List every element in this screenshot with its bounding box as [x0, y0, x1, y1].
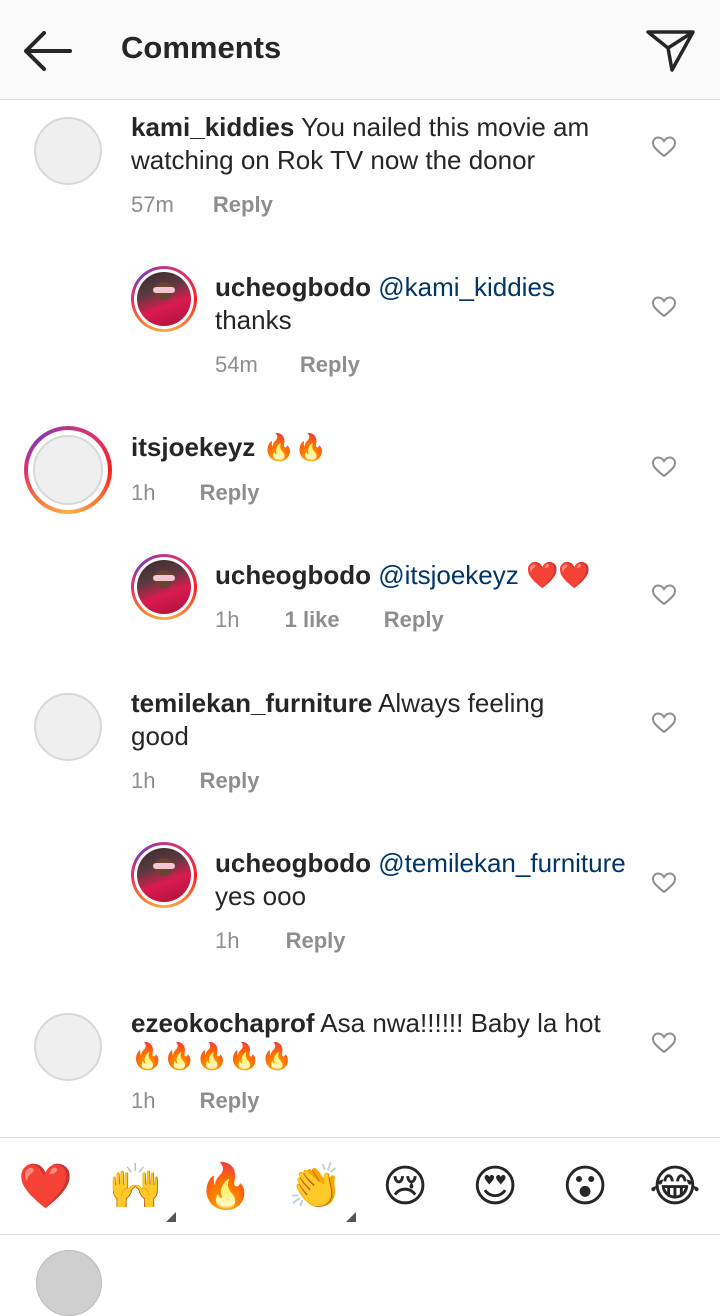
comment-time: 1h — [131, 480, 156, 505]
comment-body: ucheogbodo @itsjoekeyz ❤️❤️ — [215, 559, 635, 592]
emoji-clapping-hands[interactable]: 👏 — [288, 1160, 356, 1222]
comment-time: 1h — [131, 768, 156, 793]
comment-body: temilekan_furniture Always feeling good — [131, 687, 601, 753]
emoji-tears-of-joy[interactable]: 😂 — [648, 1160, 702, 1214]
comment-mention[interactable]: @itsjoekeyz — [378, 560, 519, 590]
current-user-avatar — [36, 1250, 102, 1316]
emoji-crying-face[interactable]: 😢 — [378, 1160, 432, 1214]
comment-meta: 54m Reply — [215, 352, 360, 378]
skin-tone-indicator — [166, 1212, 176, 1222]
comment-body: itsjoekeyz 🔥🔥 — [131, 431, 626, 464]
comment-meta: 1h Reply — [131, 768, 260, 794]
emoji-fire[interactable]: 🔥 — [198, 1160, 253, 1214]
story-ring-avatar[interactable] — [24, 426, 112, 514]
comment-body: kami_kiddies You nailed this movie am wa… — [131, 111, 626, 177]
comment-username[interactable]: itsjoekeyz — [131, 432, 255, 462]
heart-icon[interactable] — [651, 871, 677, 895]
comment-body: ucheogbodo @kami_kiddies thanks — [215, 271, 635, 337]
comment-username[interactable]: ucheogbodo — [215, 272, 371, 302]
comment-meta: 1h Reply — [131, 1088, 260, 1114]
comment-body: ucheogbodo @temilekan_furniture yes ooo — [215, 847, 635, 913]
comment-meta: 1h 1 like Reply — [215, 607, 444, 633]
reply-button[interactable]: Reply — [213, 192, 273, 218]
reply-button[interactable]: Reply — [384, 607, 444, 633]
skin-tone-indicator — [346, 1212, 356, 1222]
comment-text: ❤️❤️ — [526, 560, 591, 590]
emoji-quick-bar: ❤️ 🙌 🔥 👏 😢 😍 😮 😂 — [0, 1137, 720, 1235]
comment-mention[interactable]: @temilekan_furniture — [378, 848, 626, 878]
heart-icon[interactable] — [651, 295, 677, 319]
comment-time: 57m — [131, 192, 174, 217]
comment-time: 54m — [215, 352, 258, 377]
arrow-left-icon[interactable] — [20, 28, 74, 74]
comment-meta: 1h Reply — [215, 928, 346, 954]
avatar[interactable] — [131, 842, 197, 908]
comment-time: 1h — [215, 928, 240, 953]
heart-icon[interactable] — [651, 135, 677, 159]
heart-icon[interactable] — [651, 583, 677, 607]
avatar[interactable] — [34, 693, 102, 761]
comment-time: 1h — [215, 607, 240, 632]
likes-count[interactable]: 1 like — [285, 607, 340, 633]
comment-username[interactable]: ucheogbodo — [215, 848, 371, 878]
heart-icon[interactable] — [651, 1031, 677, 1055]
avatar[interactable] — [131, 266, 197, 332]
comment-text: yes ooo — [215, 881, 307, 911]
comment-body: ezeokochaprof Asa nwa!!!!!! Baby la hot … — [131, 1007, 626, 1073]
reply-button[interactable]: Reply — [200, 1088, 260, 1114]
comment-meta: 1h Reply — [131, 480, 260, 506]
emoji-raising-hands[interactable]: 🙌 — [108, 1160, 176, 1222]
heart-icon[interactable] — [651, 455, 677, 479]
reply-button[interactable]: Reply — [200, 768, 260, 794]
emoji-heart-eyes[interactable]: 😍 — [468, 1160, 522, 1214]
comment-username[interactable]: temilekan_furniture — [131, 688, 372, 718]
reply-button[interactable]: Reply — [300, 352, 360, 378]
emoji-clapping-hands-glyph: 👏 — [288, 1161, 343, 1212]
top-bar: Comments — [0, 0, 720, 100]
emoji-surprised-face[interactable]: 😮 — [558, 1160, 612, 1214]
comment-username[interactable]: kami_kiddies — [131, 112, 294, 142]
comment-time: 1h — [131, 1088, 156, 1113]
avatar[interactable] — [34, 1013, 102, 1081]
comment-text: thanks — [215, 305, 292, 335]
reply-button[interactable]: Reply — [200, 480, 260, 506]
reply-button[interactable]: Reply — [286, 928, 346, 954]
avatar[interactable] — [34, 117, 102, 185]
emoji-raising-hands-glyph: 🙌 — [108, 1161, 163, 1212]
page-title: Comments — [121, 30, 282, 65]
comment-mention[interactable]: @kami_kiddies — [378, 272, 555, 302]
paper-plane-icon[interactable] — [645, 26, 697, 74]
comment-username[interactable]: ucheogbodo — [215, 560, 371, 590]
heart-icon[interactable] — [651, 711, 677, 735]
avatar[interactable] — [131, 554, 197, 620]
comment-username[interactable]: ezeokochaprof — [131, 1008, 315, 1038]
comment-meta: 57m Reply — [131, 192, 273, 218]
emoji-heart[interactable]: ❤️ — [18, 1160, 73, 1214]
comment-text: 🔥🔥 — [262, 432, 328, 462]
